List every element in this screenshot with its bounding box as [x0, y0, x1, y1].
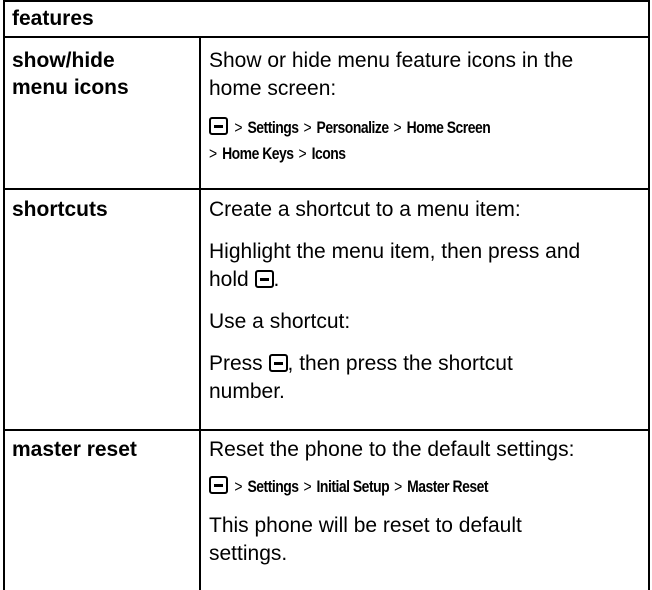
description-text: Reset the phone to the default settings:	[209, 438, 575, 461]
path-item: Initial Setup	[316, 477, 390, 496]
header-label: features	[12, 7, 94, 30]
menu-key-icon	[209, 476, 229, 494]
path-separator: >	[234, 477, 243, 496]
description-text: Create a shortcut to a menu item:	[209, 198, 521, 221]
path-item: Icons	[311, 144, 346, 163]
feature-description: Create a shortcut to a menu item: Highli…	[209, 196, 640, 406]
menu-key-icon	[254, 270, 274, 288]
description-line: Show or hide menu feature icons in the	[209, 49, 574, 72]
feature-name-line: menu icons	[12, 76, 129, 99]
path-separator: >	[234, 118, 243, 137]
path-separator: >	[298, 144, 307, 163]
path-separator: >	[209, 144, 218, 163]
feature-description: Show or hide menu feature icons in the h…	[209, 47, 640, 166]
feature-name-shortcuts: shortcuts	[12, 198, 108, 221]
path-item: Personalize	[316, 118, 390, 137]
column-divider	[199, 38, 201, 590]
menu-key-icon	[209, 117, 229, 135]
description-line: settings.	[209, 542, 288, 565]
path-separator: >	[303, 477, 312, 496]
table-row-master-reset: master reset Reset the phone to the defa…	[5, 431, 648, 590]
description-line: Highlight the menu item, then press and	[209, 240, 581, 263]
description-punct: .	[273, 268, 280, 291]
menu-path: > Settings > Personalize > Home Screen	[209, 116, 562, 140]
path-separator: >	[303, 118, 312, 137]
description-text: Use a shortcut:	[209, 310, 351, 333]
feature-name-line: show/hide	[12, 49, 115, 72]
description-line: This phone will be reset to default	[209, 514, 522, 537]
path-separator: >	[394, 477, 403, 496]
path-item: Settings	[247, 477, 299, 496]
description-line: hold	[209, 268, 249, 291]
menu-path: > Settings > Initial Setup > Master Reset	[209, 475, 562, 499]
feature-name-show-hide-menu-icons: show/hide menu icons	[12, 47, 192, 101]
path-item: Home Keys	[222, 144, 294, 163]
description-text: Show or hide menu feature icons in the h…	[209, 47, 640, 103]
description-text: Press , then press the shortcut number.	[209, 350, 640, 406]
menu-key-icon	[268, 354, 288, 372]
path-item: Master Reset	[407, 477, 489, 496]
description-text: This phone will be reset to default sett…	[209, 512, 640, 568]
feature-name-master-reset: master reset	[12, 438, 137, 461]
description-line: , then press the shortcut	[287, 352, 513, 375]
path-item: Home Screen	[406, 118, 491, 137]
table-row-show-hide-menu-icons: show/hide menu icons Show or hide menu f…	[5, 38, 648, 190]
path-item: Settings	[247, 118, 299, 137]
menu-path-continued: > Home Keys > Icons	[209, 142, 562, 166]
path-separator: >	[393, 118, 402, 137]
features-table: features show/hide menu icons Show or hi…	[3, 0, 650, 590]
description-text: Highlight the menu item, then press and …	[209, 238, 640, 294]
description-line: home screen:	[209, 77, 337, 100]
feature-description: Reset the phone to the default settings:…	[209, 436, 640, 568]
table-row-shortcuts: shortcuts Create a shortcut to a menu it…	[5, 190, 648, 431]
description-line: Press	[209, 352, 263, 375]
description-line: number.	[209, 380, 285, 403]
table-header: features	[5, 0, 648, 38]
